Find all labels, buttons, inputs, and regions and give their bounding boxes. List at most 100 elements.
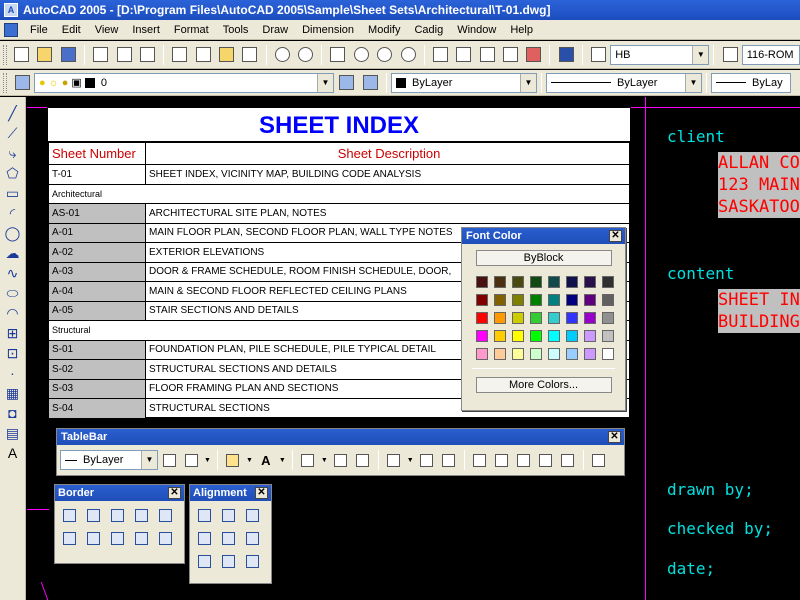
- chevron-down-icon[interactable]: ▼: [141, 451, 157, 469]
- line-color-icon[interactable]: [160, 450, 178, 470]
- table-row[interactable]: AS-01 ARCHITECTURAL SITE PLAN, NOTES: [48, 203, 630, 224]
- autocad-app-icon[interactable]: A: [4, 3, 18, 17]
- menu-modify[interactable]: Modify: [361, 20, 407, 40]
- align-middle-left-icon[interactable]: [198, 532, 211, 545]
- color-swatch[interactable]: [512, 330, 524, 342]
- color-swatch[interactable]: [512, 348, 524, 360]
- color-swatch[interactable]: [584, 294, 596, 306]
- unmerge-cells-icon[interactable]: [440, 450, 458, 470]
- color-swatch[interactable]: [566, 348, 578, 360]
- color-swatch[interactable]: [512, 312, 524, 324]
- menu-tools[interactable]: Tools: [216, 20, 256, 40]
- cell-border-icon[interactable]: [182, 450, 200, 470]
- align-top-left-icon[interactable]: [198, 509, 211, 522]
- color-swatch[interactable]: [494, 348, 506, 360]
- tool-palettes-icon[interactable]: [476, 44, 497, 66]
- color-swatch[interactable]: [584, 276, 596, 288]
- arc-icon[interactable]: ◜: [4, 204, 22, 222]
- paste-icon[interactable]: [216, 44, 237, 66]
- border-title-bar[interactable]: Border ✕: [55, 485, 184, 501]
- align-top-center-icon[interactable]: [222, 509, 235, 522]
- menu-insert[interactable]: Insert: [125, 20, 167, 40]
- line-icon[interactable]: ╱: [4, 104, 22, 122]
- table-style-icon[interactable]: [515, 450, 533, 470]
- properties-icon[interactable]: [430, 44, 451, 66]
- chevron-down-icon[interactable]: ▼: [317, 73, 333, 92]
- border-inside-icon[interactable]: [111, 509, 124, 522]
- color-swatch[interactable]: [548, 348, 560, 360]
- color-swatch[interactable]: [494, 330, 506, 342]
- sheet-number-cell[interactable]: A-04: [48, 281, 146, 302]
- more-colors-button[interactable]: More Colors...: [475, 377, 612, 393]
- color-swatch[interactable]: [494, 276, 506, 288]
- border-outside-icon[interactable]: [87, 509, 100, 522]
- fill-color-icon[interactable]: [224, 450, 242, 470]
- color-swatch[interactable]: [476, 294, 488, 306]
- color-swatch[interactable]: [566, 330, 578, 342]
- layer-manager-icon[interactable]: [11, 72, 33, 94]
- color-swatch[interactable]: [584, 330, 596, 342]
- save-icon[interactable]: [58, 44, 79, 66]
- match-cell-icon[interactable]: [493, 450, 511, 470]
- color-swatch[interactable]: [548, 330, 560, 342]
- color-swatch[interactable]: [602, 312, 614, 324]
- dim-style-icon[interactable]: [719, 44, 740, 66]
- table-row[interactable]: Architectural: [48, 183, 630, 204]
- sheet-set-icon[interactable]: [500, 44, 521, 66]
- layer-previous-icon[interactable]: [359, 72, 381, 94]
- color-combo[interactable]: ByLayer ▼: [391, 72, 537, 93]
- border-none-icon[interactable]: [135, 509, 148, 522]
- circle-icon[interactable]: ◯: [4, 224, 22, 242]
- construction-line-icon[interactable]: ⟋: [4, 124, 22, 142]
- import-table-icon[interactable]: [559, 450, 577, 470]
- sheet-number-cell[interactable]: S-01: [48, 339, 146, 360]
- chevron-down-icon[interactable]: ▼: [685, 73, 701, 92]
- sheet-number-cell[interactable]: S-02: [48, 359, 146, 380]
- polygon-icon[interactable]: ⬠: [4, 164, 22, 182]
- border-top-icon[interactable]: [63, 532, 76, 545]
- polyline-icon[interactable]: ⤷: [4, 144, 22, 162]
- header-sheet-description[interactable]: Sheet Description: [145, 142, 630, 165]
- sheet-index-title[interactable]: SHEET INDEX: [48, 108, 630, 142]
- linetype-combo[interactable]: ByLayer ▼: [546, 72, 702, 93]
- align-bottom-center-icon[interactable]: [222, 555, 235, 568]
- undo-icon[interactable]: [272, 44, 293, 66]
- chevron-down-icon[interactable]: ▼: [520, 73, 536, 92]
- export-table-icon[interactable]: [537, 450, 555, 470]
- sheet-number-cell[interactable]: A-05: [48, 300, 146, 321]
- color-swatch[interactable]: [512, 276, 524, 288]
- section-header-cell[interactable]: Architectural: [48, 183, 630, 204]
- align-middle-right-icon[interactable]: [246, 532, 259, 545]
- document-icon[interactable]: [4, 22, 18, 37]
- sheet-number-cell[interactable]: A-03: [48, 261, 146, 282]
- insert-block-icon[interactable]: ⊞: [4, 324, 22, 342]
- revision-cloud-icon[interactable]: ☁: [4, 244, 22, 262]
- color-swatch[interactable]: [530, 294, 542, 306]
- border-right-icon[interactable]: [159, 532, 172, 545]
- new-icon[interactable]: [11, 44, 32, 66]
- color-swatch[interactable]: [602, 348, 614, 360]
- color-swatch[interactable]: [548, 294, 560, 306]
- alignment-title-bar[interactable]: Alignment ✕: [190, 485, 271, 501]
- menu-cadig[interactable]: Cadig: [407, 20, 450, 40]
- color-swatch[interactable]: [584, 312, 596, 324]
- menu-draw[interactable]: Draw: [255, 20, 295, 40]
- color-swatch[interactable]: [602, 294, 614, 306]
- cut-icon[interactable]: [169, 44, 190, 66]
- tablebar-title-bar[interactable]: TableBar ✕: [57, 429, 624, 445]
- sheet-number-cell[interactable]: T-01: [48, 164, 146, 185]
- sheet-number-cell[interactable]: A-02: [48, 242, 146, 263]
- make-block-icon[interactable]: ⊡: [4, 344, 22, 362]
- cell-linetype-combo[interactable]: ByLayer ▼: [60, 450, 158, 470]
- color-swatch[interactable]: [494, 294, 506, 306]
- ellipse-arc-icon[interactable]: ◠: [4, 304, 22, 322]
- match-properties-icon[interactable]: [239, 44, 260, 66]
- color-swatch[interactable]: [548, 276, 560, 288]
- color-swatch[interactable]: [584, 348, 596, 360]
- design-center-icon[interactable]: [453, 44, 474, 66]
- merge-cells-icon[interactable]: [418, 450, 436, 470]
- table-icon[interactable]: ▤: [4, 424, 22, 442]
- sheet-description-cell[interactable]: ARCHITECTURAL SITE PLAN, NOTES: [145, 203, 630, 224]
- insert-table-icon[interactable]: [299, 450, 317, 470]
- menu-view[interactable]: View: [88, 20, 126, 40]
